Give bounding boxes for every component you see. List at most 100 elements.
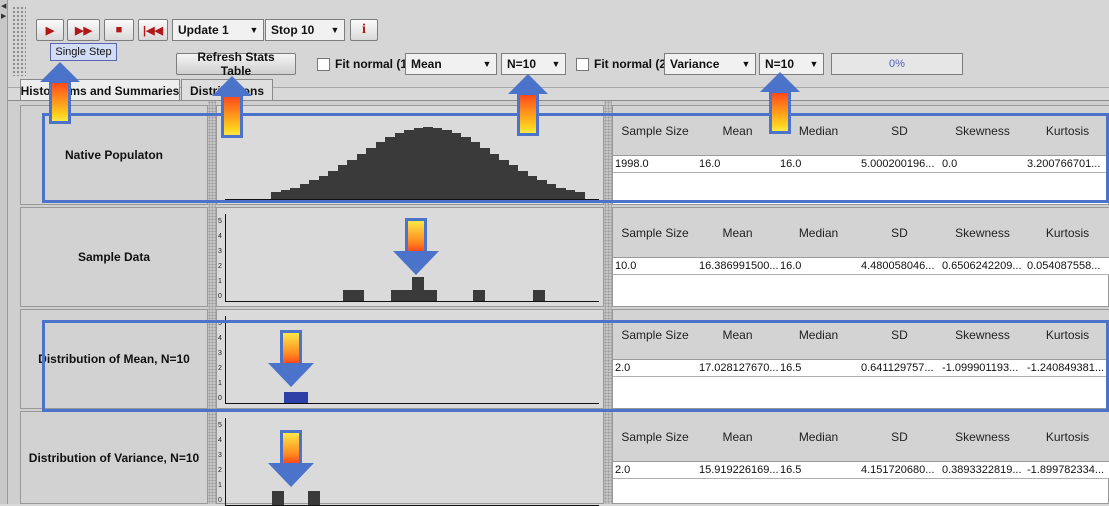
x-axis [225, 199, 599, 200]
collapse-left-icon[interactable]: ◀ [1, 2, 6, 10]
fit-normal-2-label: Fit normal (2) [594, 57, 671, 71]
stat-1-select[interactable]: Mean ▼ [405, 53, 497, 75]
histogram-bar [546, 184, 556, 199]
column-header[interactable]: Kurtosis [1025, 208, 1109, 258]
update-select[interactable]: Update 1 ▼ [172, 19, 264, 41]
table-cell[interactable]: 0.054087558... [1025, 258, 1109, 275]
tooltip-single-step: Single Step [50, 43, 117, 61]
column-header[interactable]: Kurtosis [1025, 106, 1109, 156]
table-cell[interactable]: 0.641129757... [859, 360, 943, 377]
annotation-arrow-down [393, 218, 439, 278]
column-header[interactable]: Mean [697, 208, 779, 258]
table-cell[interactable]: 16.5 [778, 462, 862, 479]
y-tick-label: 2 [218, 365, 222, 372]
column-header[interactable]: Median [778, 310, 860, 360]
table-cell[interactable]: 17.028127670... [697, 360, 781, 377]
column-header[interactable]: Mean [697, 310, 779, 360]
histogram-bar [412, 277, 424, 301]
chevron-down-icon: ▼ [741, 59, 751, 69]
column-header[interactable]: SD [859, 106, 941, 156]
table-cell[interactable]: 16.5 [778, 360, 862, 377]
column-header[interactable]: Kurtosis [1025, 310, 1109, 360]
histogram-bar [356, 154, 366, 199]
refresh-stats-button[interactable]: Refresh Stats Table [176, 50, 296, 78]
table-cell[interactable]: -1.899782334... [1025, 462, 1109, 479]
column-header[interactable]: SD [859, 208, 941, 258]
run-button[interactable]: ▶▶ [67, 19, 100, 41]
column-header[interactable]: Skewness [940, 412, 1026, 462]
table-cell[interactable]: 16.386991500... [697, 258, 781, 275]
chevron-down-icon: ▼ [809, 59, 819, 69]
stat-2-select[interactable]: Variance ▼ [664, 53, 756, 75]
fit-normal-1-checkbox[interactable]: Fit normal (1) [317, 53, 411, 75]
checkbox-box[interactable] [317, 57, 330, 71]
table-cell[interactable]: 4.151720680... [859, 462, 943, 479]
table-cell[interactable]: 2.0 [613, 462, 700, 479]
column-header[interactable]: Median [778, 208, 860, 258]
histogram-bar [424, 290, 437, 301]
y-tick-label: 3 [218, 350, 222, 357]
stats-table-mean: Sample Size 2.0 Mean 17.028127670... Median 1… [612, 309, 1109, 409]
single-step-button[interactable]: ▶ [36, 19, 64, 41]
chevron-down-icon: ▼ [249, 25, 259, 35]
stats-table-sample: Sample Size 10.0 Mean 16.386991500... Median… [612, 207, 1109, 307]
table-cell[interactable]: -1.240849381... [1025, 360, 1109, 377]
stop-button[interactable]: ■ [104, 19, 134, 41]
right-splitter[interactable] [604, 101, 612, 504]
checkbox-box[interactable] [576, 57, 589, 71]
y-tick-label: 1 [218, 380, 222, 387]
table-cell[interactable]: 0.6506242209... [940, 258, 1028, 275]
table-cell[interactable]: 15.919226169... [697, 462, 781, 479]
histogram-bar [575, 192, 585, 199]
column-header[interactable]: Sample Size [613, 310, 698, 360]
histogram-bar [480, 148, 490, 199]
column-header[interactable]: Sample Size [613, 412, 698, 462]
table-cell[interactable]: 4.480058046... [859, 258, 943, 275]
fit-normal-2-checkbox[interactable]: Fit normal (2) [576, 53, 670, 75]
table-cell[interactable]: 10.0 [613, 258, 700, 275]
table-cell[interactable]: -1.099901193... [940, 360, 1028, 377]
y-tick-label: 0 [218, 395, 222, 402]
table-cell[interactable]: 3.200766701... [1025, 156, 1109, 173]
y-tick-label: 4 [218, 233, 222, 240]
column-header[interactable]: Sample Size [613, 208, 698, 258]
table-cell[interactable]: 5.000200196... [859, 156, 943, 173]
table-cell[interactable]: 2.0 [613, 360, 700, 377]
table-cell[interactable]: 16.0 [778, 258, 862, 275]
info-button[interactable]: i [350, 19, 378, 41]
stop-select-value: Stop 10 [271, 23, 315, 37]
table-cell[interactable]: 1998.0 [613, 156, 700, 173]
n-1-select[interactable]: N=10 ▼ [501, 53, 566, 75]
column-header[interactable]: Kurtosis [1025, 412, 1109, 462]
expand-right-icon[interactable]: ▶ [1, 12, 6, 20]
histogram-bar [461, 137, 471, 199]
y-tick-label: 0 [218, 497, 222, 504]
table-cell[interactable]: 16.0 [697, 156, 781, 173]
column-header[interactable]: SD [859, 310, 941, 360]
row-label-variance: Distribution of Variance, N=10 [20, 411, 208, 504]
column-header[interactable]: Skewness [940, 310, 1026, 360]
column-header[interactable]: Skewness [940, 208, 1026, 258]
table-cell[interactable]: 0.0 [940, 156, 1028, 173]
table-cell[interactable]: 0.3893322819... [940, 462, 1028, 479]
histogram-bar [309, 180, 319, 199]
annotation-arrow-up [508, 74, 548, 136]
annotation-arrow-down [268, 330, 314, 390]
reset-button[interactable]: |◀◀ [138, 19, 168, 41]
toolbar-grip[interactable] [12, 6, 26, 76]
table-cell[interactable]: 16.0 [778, 156, 862, 173]
skip-back-icon: |◀◀ [143, 24, 163, 37]
column-header[interactable]: Median [778, 412, 860, 462]
y-tick-label: 5 [218, 218, 222, 225]
stop-select[interactable]: Stop 10 ▼ [265, 19, 345, 41]
column-header[interactable]: Sample Size [613, 106, 698, 156]
fast-forward-icon: ▶▶ [75, 24, 92, 37]
histogram-bar [391, 290, 412, 301]
left-splitter[interactable] [208, 101, 216, 504]
histogram-bar [343, 290, 364, 301]
column-header[interactable]: SD [859, 412, 941, 462]
y-axis [225, 418, 226, 506]
column-header[interactable]: Skewness [940, 106, 1026, 156]
column-header[interactable]: Mean [697, 412, 779, 462]
x-axis [225, 301, 599, 302]
